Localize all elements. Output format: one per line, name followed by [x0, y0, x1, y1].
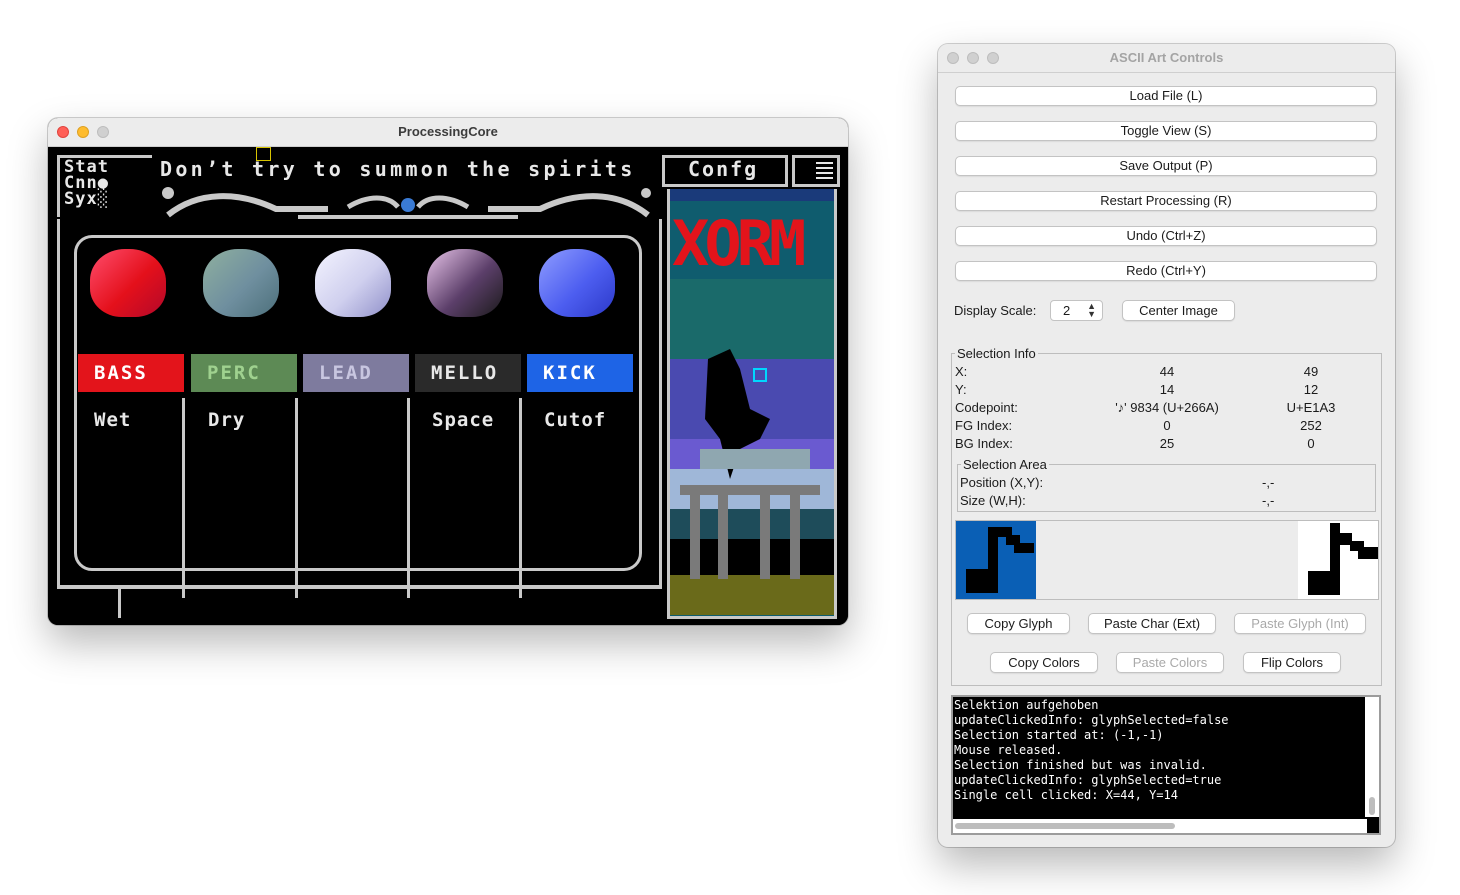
display-scale-spinner[interactable]: 2 ▲ ▼: [1050, 300, 1103, 321]
fx-column[interactable]: [303, 398, 410, 598]
pad-orb-icon: [315, 249, 391, 317]
column-label: Cutof: [544, 409, 607, 431]
log-line: Single cell clicked: X=44, Y=14: [954, 788, 1178, 802]
info-label: FG Index:: [955, 418, 1013, 433]
position-label: Position (X,Y):: [960, 475, 1044, 490]
info-value-primary: '♪' 9834 (U+266A): [1115, 400, 1219, 415]
position-value: -,-: [1262, 475, 1275, 490]
stepper-arrows-icon[interactable]: ▲ ▼: [1087, 302, 1096, 319]
banner-text: Don’t try to summon the spirits: [160, 157, 636, 181]
divider: [57, 585, 662, 588]
info-value-primary: 0: [1163, 418, 1171, 433]
undo-button[interactable]: Undo (Ctrl+Z): [955, 226, 1377, 246]
info-label: BG Index:: [955, 436, 1013, 451]
info-label: Y:: [955, 382, 967, 397]
info-value-secondary: 49: [1303, 364, 1319, 379]
info-label: Codepoint:: [955, 400, 1018, 415]
pad-label[interactable]: KICK: [527, 354, 633, 392]
save-output-button[interactable]: Save Output (P): [955, 156, 1377, 176]
selection-area-title: Selection Area: [961, 457, 1049, 472]
info-value-primary: 44: [1159, 364, 1175, 379]
info-value-secondary: 12: [1303, 382, 1319, 397]
status-text: Stat Cnn● Syx░: [64, 159, 109, 209]
divider: [118, 588, 121, 618]
log-lines: Selektion aufgehoben updateClickedInfo: g…: [954, 698, 1229, 803]
pad-label[interactable]: BASS: [78, 354, 184, 392]
instrument-pad[interactable]: [191, 243, 287, 333]
config-label[interactable]: Confg: [688, 157, 758, 181]
instrument-pad[interactable]: [527, 243, 623, 333]
pad-orb-icon: [90, 249, 166, 317]
hamburger-icon[interactable]: [816, 162, 833, 179]
pad-orb-icon: [427, 249, 503, 317]
pad-label[interactable]: MELLO: [415, 354, 521, 392]
info-value-secondary: U+E1A3: [1286, 400, 1336, 415]
instrument-pad[interactable]: [303, 243, 399, 333]
copy-glyph-button[interactable]: Copy Glyph: [967, 613, 1070, 634]
window-title: ASCII Art Controls: [1109, 50, 1224, 65]
pad-label[interactable]: LEAD: [303, 354, 409, 392]
copy-colors-button[interactable]: Copy Colors: [990, 652, 1098, 673]
toggle-view-button[interactable]: Toggle View (S): [955, 121, 1377, 141]
art-title: XORM: [672, 207, 804, 280]
instrument-pad[interactable]: [78, 243, 174, 333]
processing-titlebar: ProcessingCore: [48, 118, 848, 147]
log-line: Selection finished but was invalid.: [954, 758, 1207, 772]
window-title: ProcessingCore: [398, 124, 498, 139]
processing-core-window: ProcessingCore Stat Cnn● Syx░ Don’t try …: [48, 118, 848, 625]
redo-button[interactable]: Redo (Ctrl+Y): [955, 261, 1377, 281]
ascii-canvas[interactable]: Stat Cnn● Syx░ Don’t try to summon the s…: [48, 147, 848, 625]
info-value-secondary: 0: [1307, 436, 1315, 451]
glyph-preview-left: [956, 521, 1036, 599]
music-note-icon: [1308, 523, 1378, 595]
log-line: updateClickedInfo: glyphSelected=true: [954, 773, 1222, 787]
selection-info-title: Selection Info: [955, 346, 1038, 361]
info-value-primary: 25: [1159, 436, 1175, 451]
vertical-scrollbar[interactable]: [1365, 697, 1379, 817]
pad-orb-icon: [539, 249, 615, 317]
cursor-marker: [256, 147, 271, 161]
glyph-preview-right: [1298, 521, 1378, 599]
column-label: Space: [432, 409, 495, 431]
info-value-primary: 14: [1159, 382, 1175, 397]
info-label: X:: [955, 364, 968, 379]
controls-titlebar: ASCII Art Controls: [938, 44, 1395, 73]
paste-colors-button[interactable]: Paste Colors: [1116, 652, 1224, 673]
display-scale-label: Display Scale:: [954, 303, 1037, 318]
pad-orb-icon: [203, 249, 279, 317]
scrollbar-thumb[interactable]: [1369, 797, 1375, 815]
scrollbar-thumb[interactable]: [955, 823, 1175, 829]
horizontal-scrollbar[interactable]: [953, 819, 1367, 833]
status-line: Syx░: [64, 189, 109, 209]
center-image-button[interactable]: Center Image: [1122, 300, 1235, 321]
info-value-secondary: 252: [1300, 418, 1322, 433]
ascii-art-controls-window: ASCII Art Controls Load File (L) Toggle …: [938, 44, 1395, 847]
size-value: -,-: [1262, 493, 1275, 508]
pad-label[interactable]: PERC: [191, 354, 297, 392]
flip-colors-button[interactable]: Flip Colors: [1243, 652, 1341, 673]
paste-glyph-button[interactable]: Paste Glyph (Int): [1234, 613, 1366, 634]
size-label: Size (W,H):: [960, 493, 1026, 508]
paste-char-button[interactable]: Paste Char (Ext): [1088, 613, 1216, 634]
column-label: Dry: [208, 409, 246, 431]
display-scale-value: 2: [1063, 303, 1071, 318]
instrument-pad[interactable]: [415, 243, 511, 333]
music-note-icon: [966, 527, 1034, 593]
log-line: Selection started at: (-1,-1): [954, 728, 1164, 742]
restart-processing-button[interactable]: Restart Processing (R): [955, 191, 1377, 211]
log-line: updateClickedInfo: glyphSelected=false: [954, 713, 1229, 727]
art-preview-panel[interactable]: XORM: [667, 189, 837, 619]
log-console[interactable]: Selektion aufgehoben updateClickedInfo: g…: [951, 695, 1381, 835]
log-line: Mouse released.: [954, 743, 1063, 757]
glyph-preview: [955, 520, 1379, 600]
load-file-button[interactable]: Load File (L): [955, 86, 1377, 106]
ascii-art-image[interactable]: XORM: [670, 189, 834, 616]
column-label: Wet: [94, 409, 132, 431]
log-line: Selektion aufgehoben: [954, 698, 1099, 712]
